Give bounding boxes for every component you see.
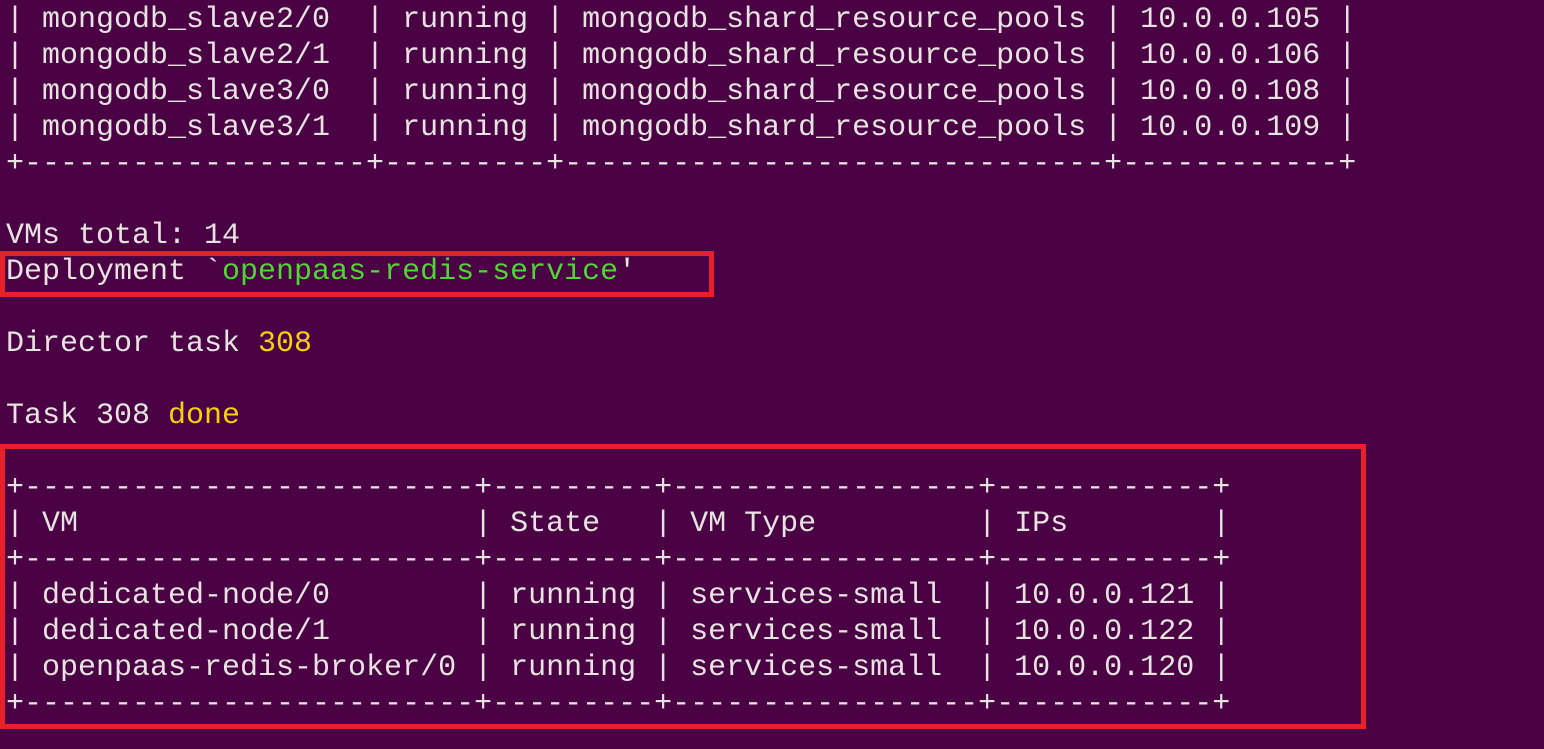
- task-status-value: done: [168, 399, 241, 433]
- vm-table-border-top: +-------------------------+---------+---…: [6, 471, 1231, 505]
- director-task-id: 308: [258, 327, 313, 361]
- deployment-name: openpaas-redis-service: [222, 255, 619, 289]
- task-status-label: Task 308: [6, 399, 169, 433]
- table-row: | dedicated-node/1 | running | services-…: [6, 615, 1231, 649]
- table-border: +-------------------+---------+---------…: [6, 147, 1357, 181]
- table-row: | mongodb_slave2/1 | running | mongodb_s…: [6, 39, 1357, 73]
- deployment-line: Deployment `openpaas-redis-service': [6, 254, 636, 290]
- director-task-label: Director task: [6, 327, 259, 361]
- terminal-window[interactable]: | mongodb_slave2/0 | running | mongodb_s…: [0, 0, 1544, 749]
- vm-table-header: | VM | State | VM Type | IPs |: [6, 507, 1231, 541]
- table-row: | mongodb_slave2/0 | running | mongodb_s…: [6, 3, 1357, 37]
- deployment-suffix: ': [618, 255, 637, 289]
- table-row: | dedicated-node/0 | running | services-…: [6, 579, 1231, 613]
- director-task-line: Director task 308: [6, 326, 312, 362]
- vm-table-border-bottom: +-------------------------+---------+---…: [6, 687, 1231, 721]
- vms-total-line: VMs total: 14: [6, 219, 241, 253]
- task-status-line: Task 308 done: [6, 398, 240, 434]
- table-row: | mongodb_slave3/1 | running | mongodb_s…: [6, 111, 1357, 145]
- deployment-prefix: Deployment `: [6, 255, 223, 289]
- table-row: | mongodb_slave3/0 | running | mongodb_s…: [6, 75, 1357, 109]
- vm-table-border-mid: +-------------------------+---------+---…: [6, 543, 1231, 577]
- table-row: | openpaas-redis-broker/0 | running | se…: [6, 651, 1231, 685]
